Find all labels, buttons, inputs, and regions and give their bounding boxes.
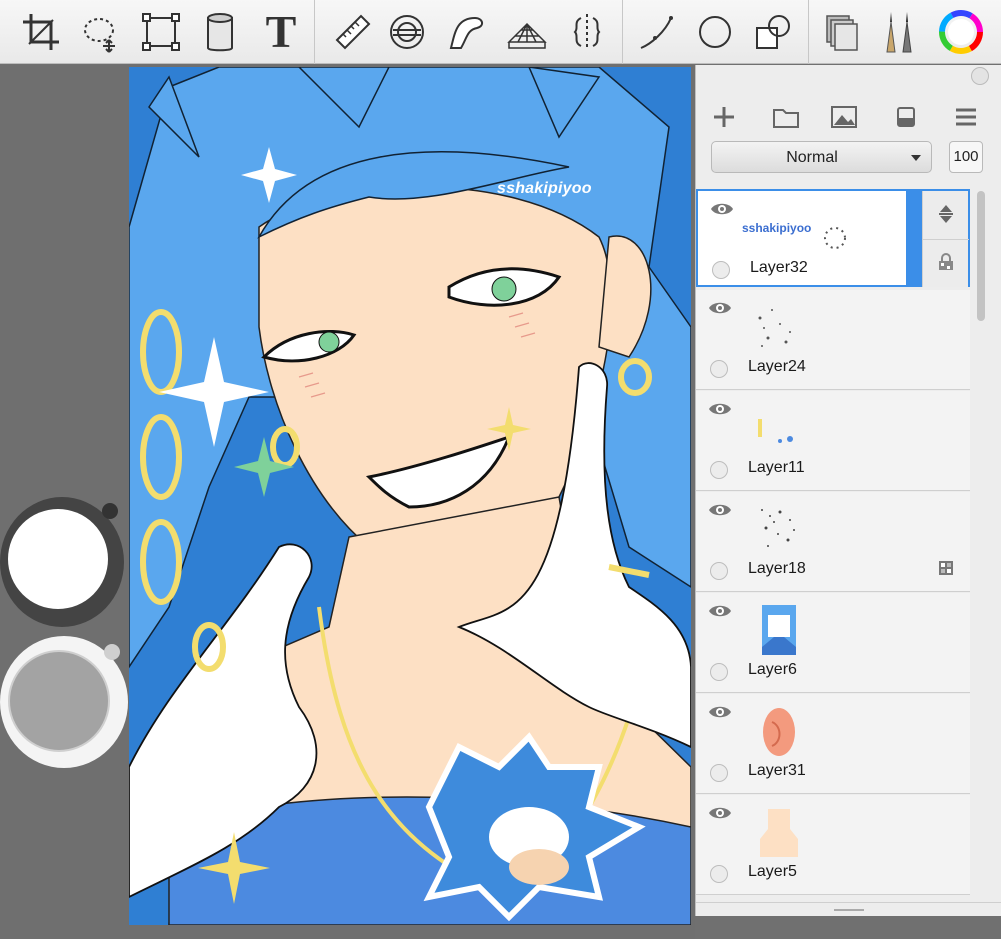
app-window: T sshakipiyoo Normal 100 sshakipiyoo Lay… bbox=[0, 0, 1001, 939]
layer-row[interactable]: Layer6 bbox=[696, 593, 970, 693]
layer-clip-checkbox[interactable] bbox=[712, 261, 730, 279]
alpha-lock-icon[interactable] bbox=[938, 560, 954, 576]
layer-panel: Normal 100 sshakipiyoo Layer32 Layer24 L… bbox=[695, 65, 1001, 916]
curve-ruler-icon[interactable] bbox=[440, 6, 494, 58]
reorder-icon[interactable] bbox=[935, 203, 957, 225]
color-wheel-icon[interactable] bbox=[934, 6, 988, 58]
layer-name: Layer31 bbox=[748, 762, 806, 779]
add-layer-icon[interactable] bbox=[704, 99, 744, 135]
layer-row[interactable]: Layer5 bbox=[696, 795, 970, 895]
foreground-color-well[interactable] bbox=[0, 497, 124, 627]
layer-clip-checkbox[interactable] bbox=[710, 562, 728, 580]
blend-mode-value: Normal bbox=[786, 149, 838, 166]
layer-name: Layer24 bbox=[748, 358, 806, 375]
alpha-lock-icon[interactable] bbox=[937, 253, 955, 271]
layer-row[interactable]: Layer31 bbox=[696, 694, 970, 794]
layer-thumbnail bbox=[758, 309, 791, 347]
toolbar: T bbox=[0, 0, 1001, 64]
illustration bbox=[129, 67, 691, 925]
layer-quick-tools bbox=[922, 191, 969, 287]
layer-thumbnail bbox=[760, 809, 798, 857]
watermark-text: sshakipiyoo bbox=[497, 180, 592, 197]
layer-thumbnail bbox=[758, 419, 793, 443]
grip-icon bbox=[834, 909, 864, 911]
thumbnail-text: sshakipiyoo bbox=[742, 221, 812, 235]
text-icon[interactable]: T bbox=[254, 6, 308, 58]
stroke-icon[interactable] bbox=[630, 6, 684, 58]
well-indicator-dot bbox=[104, 644, 120, 660]
layer-name: Layer32 bbox=[750, 259, 808, 276]
fill-bucket-icon[interactable] bbox=[193, 6, 247, 58]
layer-actions-bar bbox=[696, 95, 1001, 139]
layer-thumbnail bbox=[761, 509, 795, 547]
layer-thumbnail bbox=[762, 605, 796, 655]
foreground-color-swatch bbox=[8, 509, 108, 609]
add-folder-icon[interactable] bbox=[766, 99, 806, 135]
eye-icon[interactable] bbox=[708, 603, 732, 619]
canvas-artwork[interactable]: sshakipiyoo bbox=[129, 67, 691, 925]
toolbar-separator bbox=[314, 0, 315, 64]
layer-clip-checkbox[interactable] bbox=[710, 461, 728, 479]
perspective-icon[interactable] bbox=[500, 6, 554, 58]
circle-icon[interactable] bbox=[688, 6, 742, 58]
layer-thumbnail: sshakipiyoo bbox=[738, 199, 858, 257]
background-color-well[interactable] bbox=[0, 636, 128, 768]
eye-icon[interactable] bbox=[708, 805, 732, 821]
scroll-thumb[interactable] bbox=[977, 191, 985, 321]
chevron-down-icon bbox=[911, 155, 921, 161]
eye-icon[interactable] bbox=[708, 704, 732, 720]
eye-icon[interactable] bbox=[710, 201, 734, 217]
layer-clip-checkbox[interactable] bbox=[710, 663, 728, 681]
shape-icon[interactable] bbox=[746, 6, 800, 58]
layer-name: Layer5 bbox=[748, 863, 797, 880]
layer-scrollbar[interactable] bbox=[975, 189, 985, 905]
eye-icon[interactable] bbox=[708, 502, 732, 518]
panel-resize-handle[interactable] bbox=[696, 902, 1001, 916]
well-indicator-dot bbox=[102, 503, 118, 519]
layer-clip-checkbox[interactable] bbox=[710, 764, 728, 782]
layer-row[interactable]: Layer24 bbox=[696, 290, 970, 390]
background-color-swatch bbox=[8, 650, 110, 752]
loading-spinner-icon bbox=[824, 227, 846, 249]
panel-collapse-button[interactable] bbox=[971, 67, 989, 85]
layer-menu-icon[interactable] bbox=[946, 99, 986, 135]
divider bbox=[923, 239, 969, 240]
ruler-icon[interactable] bbox=[326, 6, 380, 58]
layer-row[interactable]: Layer11 bbox=[696, 391, 970, 491]
brush-icon[interactable] bbox=[872, 6, 926, 58]
layer-row[interactable]: Layer18 bbox=[696, 492, 970, 592]
toolbar-separator bbox=[622, 0, 623, 64]
layers-icon[interactable] bbox=[814, 6, 868, 58]
layer-name: Layer6 bbox=[748, 661, 797, 678]
toolbar-separator bbox=[808, 0, 809, 64]
eraser-layer-icon[interactable] bbox=[886, 99, 926, 135]
opacity-field[interactable]: 100 bbox=[949, 141, 983, 173]
eye-icon[interactable] bbox=[708, 401, 732, 417]
blend-mode-select[interactable]: Normal bbox=[711, 141, 932, 173]
layer-name: Layer18 bbox=[748, 560, 806, 577]
layer-name: Layer11 bbox=[748, 459, 805, 476]
crop-icon[interactable] bbox=[14, 6, 68, 58]
transform-icon[interactable] bbox=[134, 6, 188, 58]
symmetry-icon[interactable] bbox=[560, 6, 614, 58]
ellipse-ruler-icon[interactable] bbox=[380, 6, 434, 58]
eye-icon[interactable] bbox=[708, 300, 732, 316]
layer-row[interactable]: sshakipiyoo Layer32 bbox=[696, 189, 970, 287]
layer-thumbnail bbox=[763, 708, 795, 756]
selection-indicator bbox=[906, 191, 922, 287]
layer-list[interactable]: sshakipiyoo Layer32 Layer24 Layer11 Laye… bbox=[696, 189, 972, 907]
layer-clip-checkbox[interactable] bbox=[710, 865, 728, 883]
lasso-select-icon[interactable] bbox=[74, 6, 128, 58]
layer-clip-checkbox[interactable] bbox=[710, 360, 728, 378]
import-image-icon[interactable] bbox=[824, 99, 864, 135]
